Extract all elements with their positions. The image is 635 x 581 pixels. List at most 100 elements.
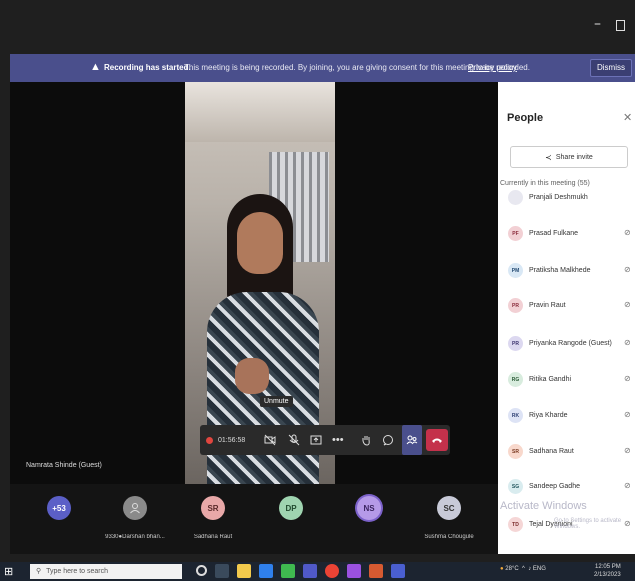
list-item[interactable]: RG Ritika Gandhi ⊘ bbox=[498, 368, 635, 394]
participant-strip: +53 9330●Darshan bhan... SR Sadhana Raut… bbox=[10, 484, 498, 554]
participant-tile[interactable]: NS bbox=[330, 490, 408, 548]
participant-tile[interactable]: SC Sushma Chougule bbox=[410, 490, 488, 548]
taskbar-clock[interactable]: 12:05 PM 2/13/2023 bbox=[594, 563, 621, 579]
avatar: RK bbox=[508, 408, 523, 423]
excel-icon[interactable] bbox=[281, 564, 295, 578]
list-item[interactable]: PM Pratiksha Malkhede ⊘ bbox=[498, 259, 635, 285]
mic-off-icon[interactable] bbox=[288, 425, 300, 455]
participant-tile[interactable]: DP bbox=[252, 490, 330, 548]
mic-off-icon: ⊘ bbox=[624, 481, 631, 490]
person-name: Priyanka Rangode (Guest) bbox=[529, 340, 612, 347]
app-icon[interactable] bbox=[391, 564, 405, 578]
dismiss-button[interactable]: Dismiss bbox=[590, 59, 632, 77]
app-icon[interactable] bbox=[347, 564, 361, 578]
weather-text[interactable]: 28°C bbox=[505, 566, 518, 572]
list-item[interactable]: SG Sandeep Gadhe ⊘ bbox=[498, 475, 635, 501]
list-item[interactable]: PR Priyanka Rangode (Guest) ⊘ bbox=[498, 332, 635, 358]
clock-time: 12:05 PM bbox=[595, 564, 621, 570]
person-name: Riya Kharde bbox=[529, 412, 568, 419]
timer-text: 01:56:58 bbox=[218, 436, 246, 444]
chat-icon[interactable] bbox=[382, 425, 394, 455]
mic-off-icon: ⊘ bbox=[624, 338, 631, 347]
list-item[interactable]: RK Riya Kharde ⊘ bbox=[498, 404, 635, 430]
chrome-icon[interactable] bbox=[325, 564, 339, 578]
participant-tile[interactable]: 9330●Darshan bhan... bbox=[96, 490, 174, 548]
person-name: Pravin Raut bbox=[529, 302, 566, 309]
volume-icon[interactable]: ♪ bbox=[528, 566, 531, 572]
avatar: SR bbox=[508, 444, 523, 459]
avatar: SG bbox=[508, 479, 523, 494]
user-icon bbox=[130, 503, 140, 514]
people-panel: People ✕ ≺ Share invite Currently in thi… bbox=[498, 82, 635, 554]
clock-date: 2/13/2023 bbox=[594, 572, 621, 578]
close-icon[interactable]: ✕ bbox=[623, 111, 632, 124]
avatar bbox=[508, 190, 523, 205]
video-person-hand bbox=[235, 358, 269, 394]
raise-hand-icon[interactable] bbox=[360, 425, 372, 455]
leave-icon[interactable] bbox=[426, 429, 448, 451]
window-titlebar: – bbox=[10, 10, 635, 46]
windows-start-icon[interactable]: ⊞ bbox=[4, 565, 13, 578]
teams-icon[interactable] bbox=[303, 564, 317, 578]
maximize-button[interactable] bbox=[616, 20, 625, 31]
mic-off-icon: ⊘ bbox=[624, 446, 631, 455]
avatar: SC bbox=[437, 496, 461, 520]
mic-off-icon: ⊘ bbox=[624, 410, 631, 419]
recording-dot-icon bbox=[206, 436, 213, 444]
avatar: SR bbox=[201, 496, 225, 520]
avatar: RG bbox=[508, 372, 523, 387]
taskbar-search-input[interactable]: ⚲ Type here to search bbox=[30, 564, 182, 579]
mic-off-icon: ⊘ bbox=[624, 228, 631, 237]
task-view-icon[interactable] bbox=[215, 564, 229, 578]
windows-taskbar: ⊞ ⚲ Type here to search ● 28°C ^ ♪ ENG 12… bbox=[0, 562, 635, 581]
participant-name: Sushma Chougule bbox=[424, 534, 474, 540]
share-invite-label: Share invite bbox=[555, 153, 593, 161]
people-icon[interactable] bbox=[402, 425, 422, 455]
avatar: TD bbox=[508, 517, 523, 532]
minimize-button[interactable]: – bbox=[594, 16, 601, 32]
list-item[interactable]: SR Sadhana Raut ⊘ bbox=[498, 440, 635, 466]
person-name: Ritika Gandhi bbox=[529, 376, 572, 383]
panel-title: People bbox=[507, 112, 544, 124]
camera-off-icon[interactable] bbox=[264, 425, 276, 455]
avatar bbox=[123, 496, 147, 520]
list-item[interactable]: PF Prasad Fulkane ⊘ bbox=[498, 222, 635, 248]
avatar: PR bbox=[508, 336, 523, 351]
system-tray: ● 28°C ^ ♪ ENG bbox=[500, 566, 546, 572]
avatar: +53 bbox=[47, 496, 71, 520]
search-placeholder: Type here to search bbox=[46, 568, 109, 575]
app-icon[interactable] bbox=[369, 564, 383, 578]
store-icon[interactable] bbox=[259, 564, 273, 578]
avatar: NS bbox=[357, 496, 381, 520]
share-link-icon: ≺ bbox=[545, 152, 552, 162]
share-invite-button[interactable]: ≺ Share invite bbox=[510, 146, 628, 168]
weather-icon: ● bbox=[500, 566, 504, 572]
activate-windows-subtitle: Go to Settings to activate Windows. bbox=[554, 518, 622, 530]
avatar: PM bbox=[508, 263, 523, 278]
list-item[interactable]: Pranjali Deshmukh bbox=[498, 186, 635, 212]
person-name: Pranjali Deshmukh bbox=[529, 194, 588, 201]
more-icon[interactable]: ••• bbox=[332, 425, 344, 455]
person-name: Prasad Fulkane bbox=[529, 230, 579, 237]
participant-tile[interactable]: +53 bbox=[20, 490, 98, 548]
meeting-toolbar: 01:56:58 ••• bbox=[200, 425, 450, 455]
speaker-video[interactable] bbox=[185, 82, 335, 484]
avatar: PF bbox=[508, 226, 523, 241]
share-icon[interactable] bbox=[310, 425, 322, 455]
person-name: Sadhana Raut bbox=[529, 448, 574, 455]
participant-tile[interactable]: SR Sadhana Raut bbox=[174, 490, 252, 548]
participant-name: 9330●Darshan bhan... bbox=[105, 534, 165, 540]
person-name: Sandeep Gadhe bbox=[529, 483, 580, 490]
mic-off-icon: ⊘ bbox=[624, 265, 631, 274]
mic-off-icon: ⊘ bbox=[624, 300, 631, 309]
warning-icon: ▲ bbox=[90, 61, 101, 73]
list-item[interactable]: PR Pravin Raut ⊘ bbox=[498, 294, 635, 320]
avatar: DP bbox=[279, 496, 303, 520]
language-indicator[interactable]: ENG bbox=[533, 566, 546, 572]
person-name: Pratiksha Malkhede bbox=[529, 267, 591, 274]
privacy-policy-link[interactable]: Privacy policy bbox=[468, 63, 517, 72]
meeting-stage: Unmute 01:56:58 ••• Namrata Shinde (Gues… bbox=[10, 82, 498, 484]
speaker-name-label: Namrata Shinde (Guest) bbox=[26, 462, 102, 469]
file-explorer-icon[interactable] bbox=[237, 564, 251, 578]
cortana-icon[interactable] bbox=[196, 565, 207, 576]
